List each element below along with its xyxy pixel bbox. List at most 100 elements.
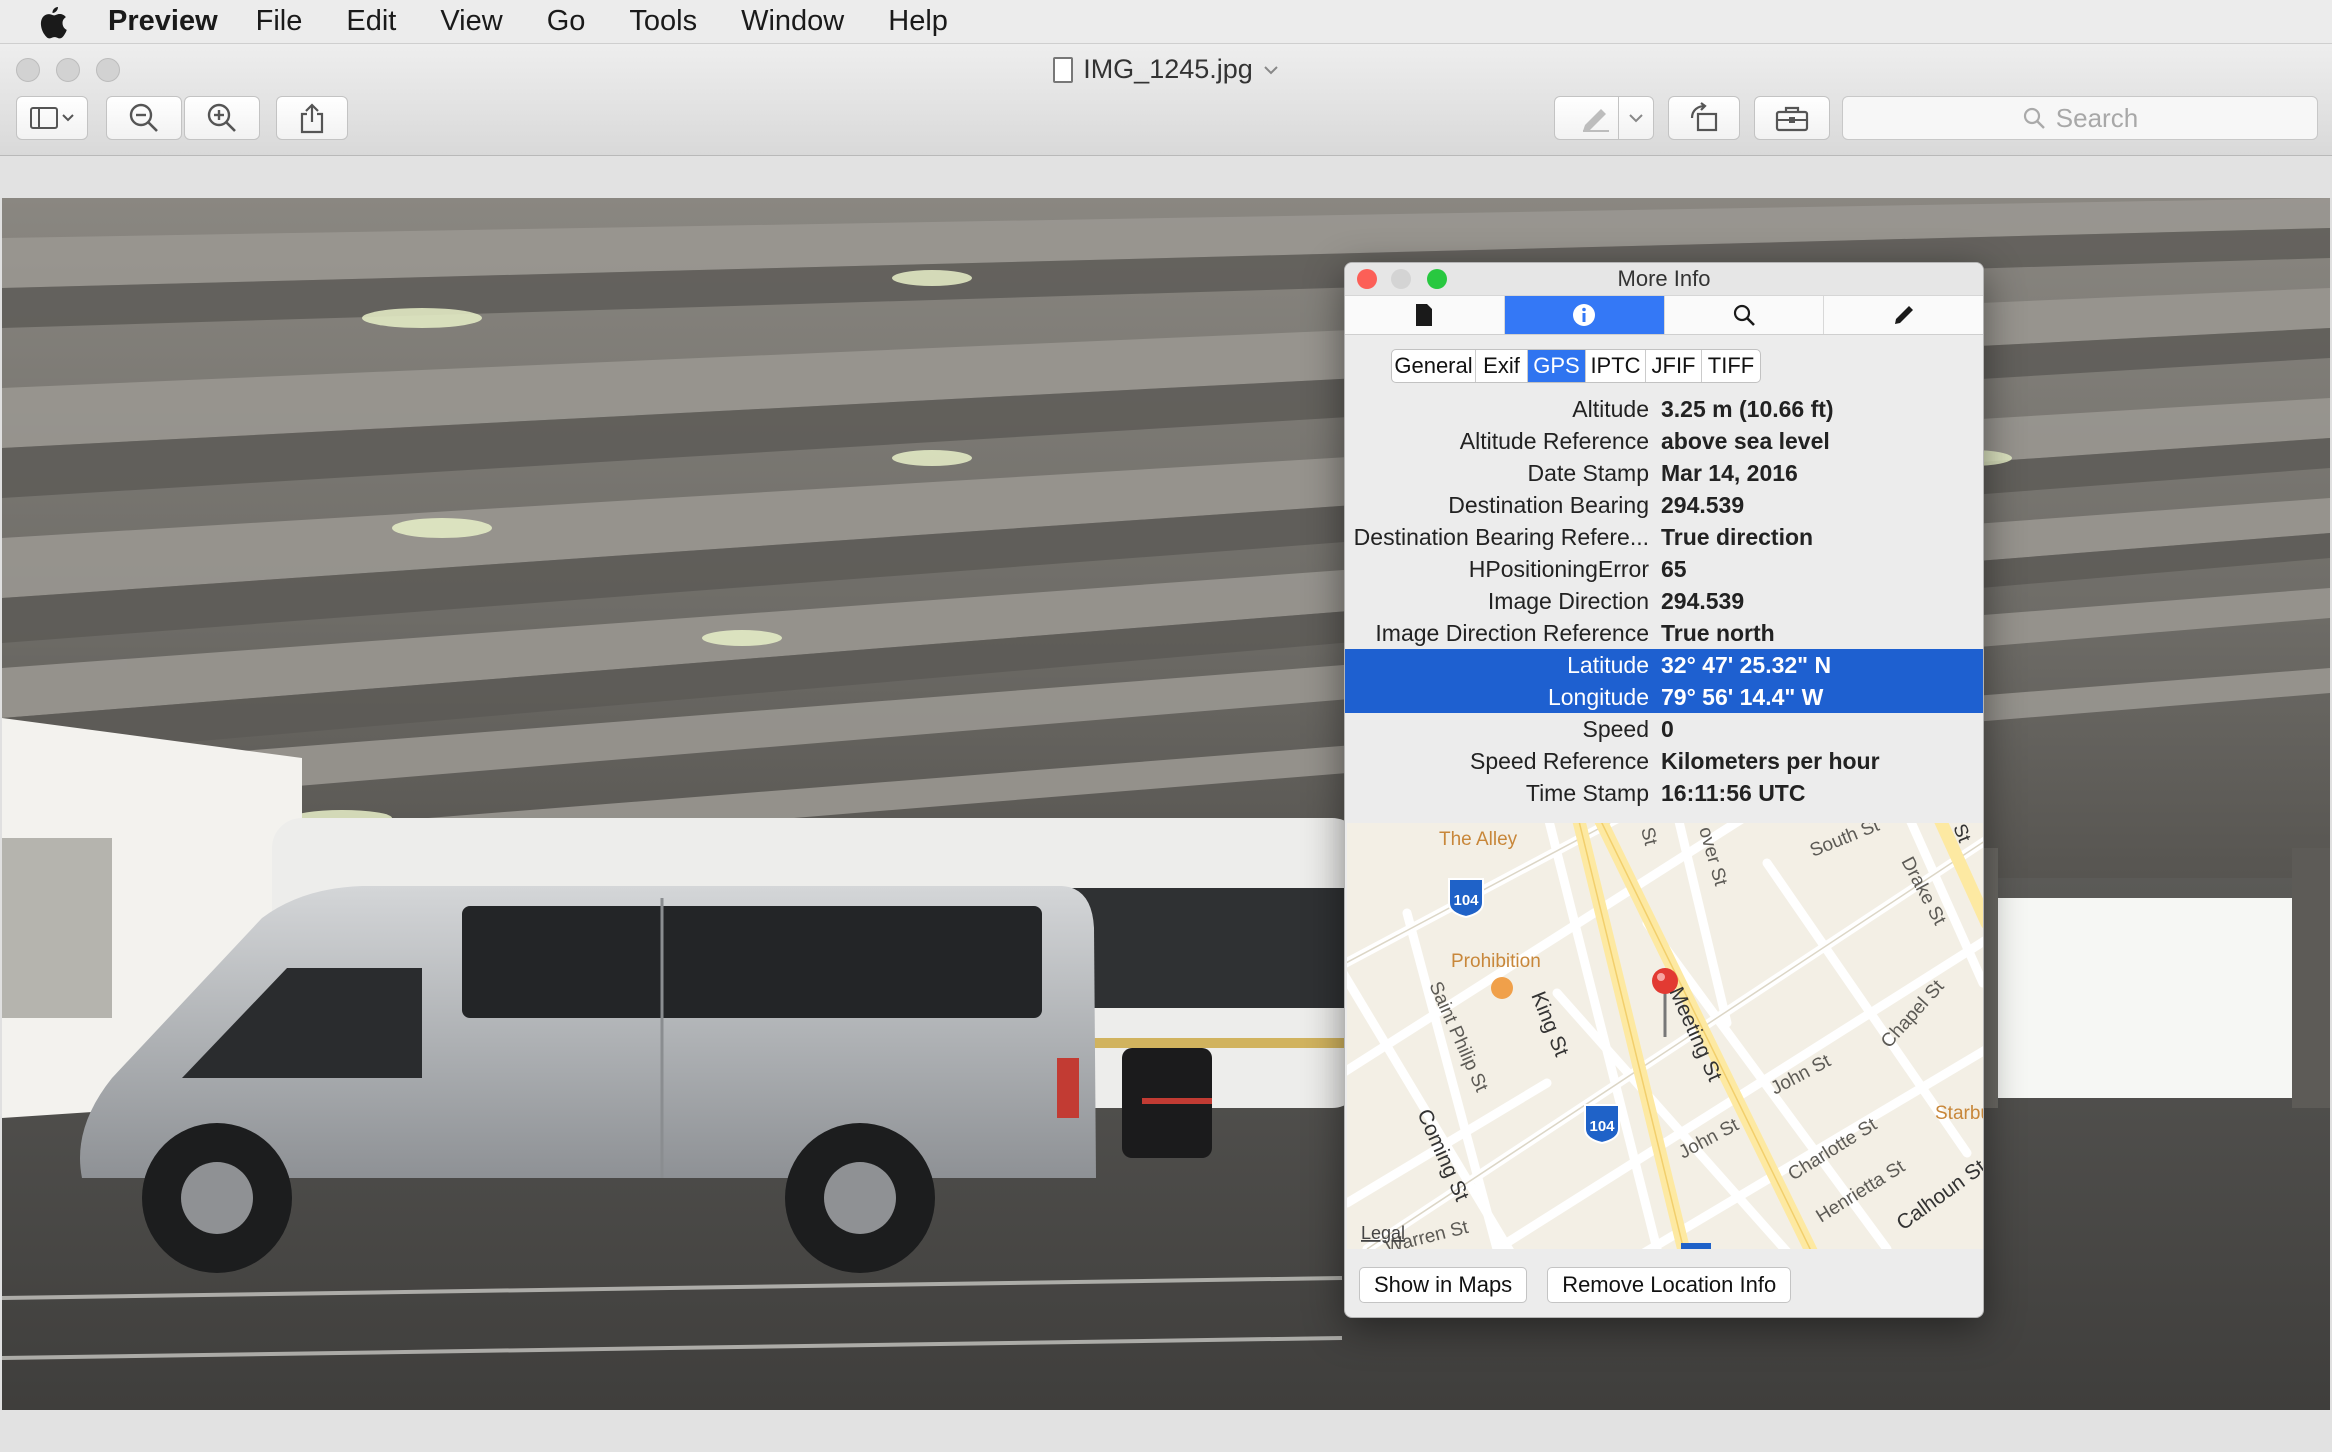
table-row[interactable]: Speed Reference Kilometers per hour [1345, 745, 1983, 777]
row-key: Altitude [1572, 395, 1649, 422]
apple-icon[interactable] [38, 2, 74, 42]
table-row[interactable]: Destination Bearing 294.539 [1345, 489, 1983, 521]
inspector-icon-tabs [1345, 295, 1983, 335]
table-row-selected[interactable]: Longitude 79° 56' 14.4" W [1345, 681, 1983, 713]
share-icon [300, 103, 324, 134]
search-input[interactable]: Search [1842, 96, 2318, 140]
segment-gps[interactable]: GPS [1528, 350, 1586, 382]
markup-menu-button[interactable] [1618, 96, 1654, 140]
map-canvas: 104 104 The Alley Prohibition South St D… [1347, 823, 1983, 1249]
table-row[interactable]: Image Direction Reference True north [1345, 617, 1983, 649]
row-value: 16:11:56 UTC [1661, 779, 1806, 806]
zoom-in-icon [207, 103, 236, 132]
remove-location-info-button[interactable]: Remove Location Info [1547, 1267, 1792, 1303]
chevron-down-icon [1264, 65, 1278, 74]
table-row[interactable]: Destination Bearing Refere... True direct… [1345, 521, 1983, 553]
inspector-close-button[interactable] [1357, 269, 1377, 289]
row-value: 294.539 [1661, 587, 1745, 614]
zoom-out-button[interactable] [106, 96, 182, 140]
row-key: Longitude [1547, 683, 1649, 710]
show-in-maps-button[interactable]: Show in Maps [1359, 1267, 1528, 1303]
toolbar: IMG_1245.jpg Search [0, 44, 2332, 156]
inspector-titlebar: More Info [1345, 263, 1983, 295]
map-label-the-alley: The Alley [1439, 829, 1518, 850]
document-icon [1416, 304, 1433, 326]
toolbox-button[interactable] [1754, 96, 1830, 140]
table-row[interactable]: Altitude 3.25 m (10.66 ft) [1345, 393, 1983, 425]
gps-table: Altitude 3.25 m (10.66 ft) Altitude Refer… [1345, 393, 1983, 809]
menu-edit[interactable]: Edit [346, 5, 396, 38]
row-key: Time Stamp [1525, 779, 1649, 806]
rotate-icon [1690, 102, 1718, 132]
menu-window[interactable]: Window [741, 5, 844, 38]
table-row[interactable]: Date Stamp Mar 14, 2016 [1345, 457, 1983, 489]
menu-app-preview[interactable]: Preview [108, 5, 218, 38]
tab-search[interactable] [1665, 296, 1825, 334]
sidebar-button[interactable] [16, 96, 88, 140]
row-value: Mar 14, 2016 [1661, 459, 1798, 486]
row-value: 0 [1661, 715, 1674, 742]
route-shield-icon: 104 [1448, 878, 1484, 919]
magnifier-icon [1733, 304, 1755, 326]
row-key: Latitude [1567, 651, 1649, 678]
table-row[interactable]: Speed 0 [1345, 713, 1983, 745]
table-row-selected[interactable]: Latitude 32° 47' 25.32" N [1345, 649, 1983, 681]
row-value: 79° 56' 14.4" W [1661, 683, 1824, 710]
share-button[interactable] [276, 96, 348, 140]
menu-view[interactable]: View [440, 5, 502, 38]
row-value: 3.25 m (10.66 ft) [1661, 395, 1834, 422]
menu-go[interactable]: Go [547, 5, 586, 38]
row-value: 32° 47' 25.32" N [1661, 651, 1832, 678]
window-title-text: IMG_1245.jpg [1083, 54, 1253, 84]
tab-annotations[interactable] [1824, 296, 1983, 334]
menu-file[interactable]: File [256, 5, 303, 38]
inspector-title: More Info [1617, 266, 1711, 291]
tab-info[interactable] [1504, 296, 1665, 334]
tab-document[interactable] [1345, 296, 1505, 334]
restaurant-icon [1491, 977, 1513, 999]
rotate-button[interactable] [1668, 96, 1740, 140]
table-row[interactable]: Image Direction 294.539 [1345, 585, 1983, 617]
menu-tools[interactable]: Tools [629, 5, 697, 38]
segment-tiff[interactable]: TIFF [1702, 350, 1760, 382]
route-shield-icon: 104 [1584, 1104, 1620, 1145]
map-legal-link[interactable]: Legal [1361, 1223, 1405, 1243]
pencil-icon [1894, 306, 1913, 324]
row-value: above sea level [1661, 427, 1830, 454]
chevron-down-icon [1629, 114, 1643, 123]
location-map[interactable]: 104 104 The Alley Prohibition South St D… [1347, 823, 1983, 1249]
zoom-in-button[interactable] [184, 96, 260, 140]
row-key: Image Direction [1487, 587, 1649, 614]
row-key: Speed [1582, 715, 1649, 742]
search-icon [2023, 107, 2045, 129]
table-row[interactable]: Time Stamp 16:11:56 UTC [1345, 777, 1983, 809]
info-icon [1573, 304, 1596, 326]
table-row[interactable]: Altitude Reference above sea level [1345, 425, 1983, 457]
segment-iptc[interactable]: IPTC [1586, 350, 1646, 382]
file-icon [1053, 56, 1074, 83]
segment-general[interactable]: General [1392, 350, 1476, 382]
window-title[interactable]: IMG_1245.jpg [0, 54, 2332, 85]
toolbox-icon [1775, 106, 1809, 132]
row-key: Image Direction Reference [1375, 619, 1649, 646]
row-value: Kilometers per hour [1661, 747, 1880, 774]
map-buttons: Show in Maps Remove Location Info [1359, 1267, 1792, 1303]
table-row[interactable]: HPositioningError 65 [1345, 553, 1983, 585]
row-value: True north [1661, 619, 1775, 646]
segment-jfif[interactable]: JFIF [1646, 350, 1702, 382]
segment-exif[interactable]: Exif [1476, 350, 1528, 382]
inspector-minimize-button[interactable] [1391, 269, 1411, 289]
row-key: Destination Bearing Refere... [1353, 523, 1649, 550]
row-value: 294.539 [1661, 491, 1745, 518]
row-value: True direction [1661, 523, 1814, 550]
row-key: Speed Reference [1469, 747, 1649, 774]
inspector-zoom-button[interactable] [1427, 269, 1447, 289]
menu-help[interactable]: Help [888, 5, 948, 38]
menu-bar: Preview File Edit View Go Tools Window H… [0, 0, 2332, 44]
sidebar-icon [30, 107, 74, 129]
row-key: Date Stamp [1527, 459, 1649, 486]
row-key: HPositioningError [1468, 555, 1649, 582]
route-label: 104 [1589, 1118, 1615, 1135]
row-key: Altitude Reference [1459, 427, 1649, 454]
zoom-out-icon [129, 103, 158, 132]
